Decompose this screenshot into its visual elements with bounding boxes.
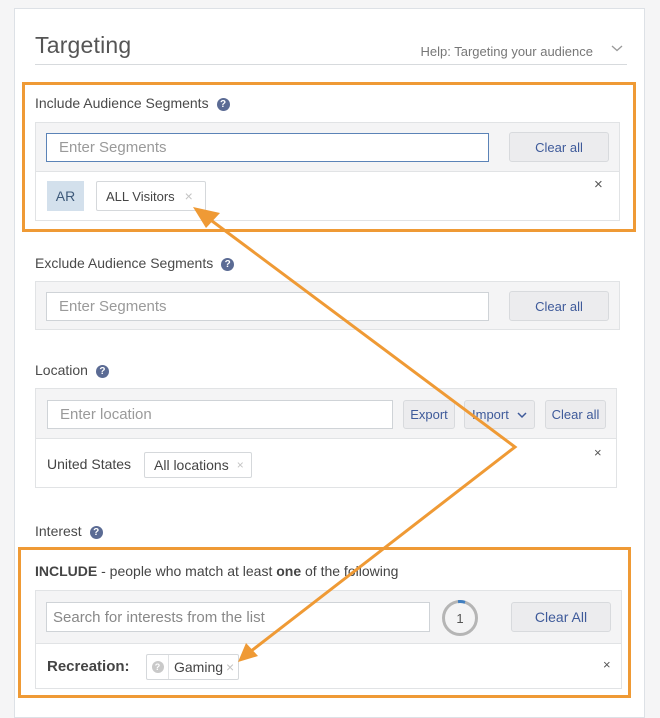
interest-chip: ? Gaming × bbox=[146, 654, 239, 680]
help-link[interactable]: Help: Targeting your audience bbox=[421, 44, 594, 59]
location-clear-all-button[interactable]: Clear all bbox=[545, 400, 606, 429]
remove-group-icon[interactable]: × bbox=[603, 658, 611, 671]
include-segments-toolbar: Enter Segments Clear all bbox=[36, 123, 619, 172]
include-segments-input[interactable]: Enter Segments bbox=[46, 133, 489, 162]
include-segments-panel: Enter Segments Clear all AR ALL Visitors… bbox=[35, 122, 620, 221]
exclude-segments-label-text: Exclude Audience Segments bbox=[35, 255, 214, 271]
exclude-segments-label: Exclude Audience Segments? bbox=[35, 255, 235, 271]
include-text: - people who match at least bbox=[97, 563, 277, 579]
segment-chip: ALL Visitors × bbox=[96, 181, 206, 211]
interest-label-text: Interest bbox=[35, 523, 82, 539]
include-segments-label-text: Include Audience Segments bbox=[35, 95, 209, 111]
location-toolbar: Enter location Export Import Clear all bbox=[36, 389, 616, 439]
exclude-segments-input[interactable]: Enter Segments bbox=[46, 292, 489, 321]
help-icon[interactable]: ? bbox=[221, 258, 235, 271]
location-country: United States bbox=[47, 456, 132, 472]
interest-search-input[interactable]: Search for interests from the list bbox=[46, 602, 430, 632]
remove-group-icon[interactable]: × bbox=[594, 446, 602, 459]
help-icon: ? bbox=[151, 661, 164, 673]
segment-chip-label: ALL Visitors bbox=[106, 188, 175, 204]
location-label-text: Location bbox=[35, 362, 88, 378]
chip-remove-icon[interactable]: × bbox=[185, 188, 193, 204]
targeting-header: Targeting Help: Targeting your audience bbox=[35, 30, 627, 65]
exclude-segments-panel: Enter Segments Clear all bbox=[35, 281, 620, 330]
interest-panel: Search for interests from the list 1 Cle… bbox=[35, 590, 622, 689]
location-chip-label: All locations bbox=[154, 457, 229, 473]
include-text-bold: one bbox=[276, 563, 302, 579]
chip-remove-icon[interactable]: × bbox=[237, 458, 244, 472]
import-dropdown[interactable]: Import bbox=[464, 400, 535, 429]
ar-badge: AR bbox=[47, 181, 84, 211]
import-label: Import bbox=[472, 407, 509, 422]
page-title: Targeting bbox=[35, 32, 132, 58]
interest-category: Recreation: bbox=[47, 658, 130, 675]
chevron-down-icon bbox=[517, 411, 527, 418]
include-keyword: INCLUDE bbox=[35, 563, 98, 579]
interest-chip-help[interactable]: ? bbox=[147, 655, 169, 679]
help-icon[interactable]: ? bbox=[95, 365, 109, 378]
location-label: Location? bbox=[35, 362, 109, 378]
help-icon[interactable]: ? bbox=[216, 98, 230, 111]
include-clear-all-button[interactable]: Clear all bbox=[509, 132, 609, 162]
location-panel: Enter location Export Import Clear all U… bbox=[35, 388, 617, 488]
interest-chip-label: Gaming bbox=[174, 659, 224, 675]
location-input[interactable]: Enter location bbox=[47, 400, 393, 429]
remove-group-icon[interactable]: × bbox=[594, 177, 603, 192]
chevron-down-icon[interactable] bbox=[611, 42, 623, 54]
exclude-clear-all-button[interactable]: Clear all bbox=[509, 291, 609, 321]
export-button[interactable]: Export bbox=[403, 400, 455, 429]
interest-include-description: INCLUDE - people who match at least one … bbox=[35, 563, 398, 579]
interest-label: Interest? bbox=[35, 523, 103, 539]
interest-clear-all-button[interactable]: Clear All bbox=[511, 602, 611, 632]
location-chip: All locations × bbox=[144, 452, 252, 478]
selected-count-indicator: 1 bbox=[442, 600, 478, 636]
help-icon[interactable]: ? bbox=[89, 526, 103, 539]
include-segments-label: Include Audience Segments? bbox=[35, 95, 230, 111]
progress-arc bbox=[457, 600, 466, 604]
include-text-suffix: of the following bbox=[301, 563, 399, 579]
chip-remove-icon[interactable]: × bbox=[226, 659, 234, 675]
interest-toolbar: Search for interests from the list 1 Cle… bbox=[36, 591, 621, 644]
